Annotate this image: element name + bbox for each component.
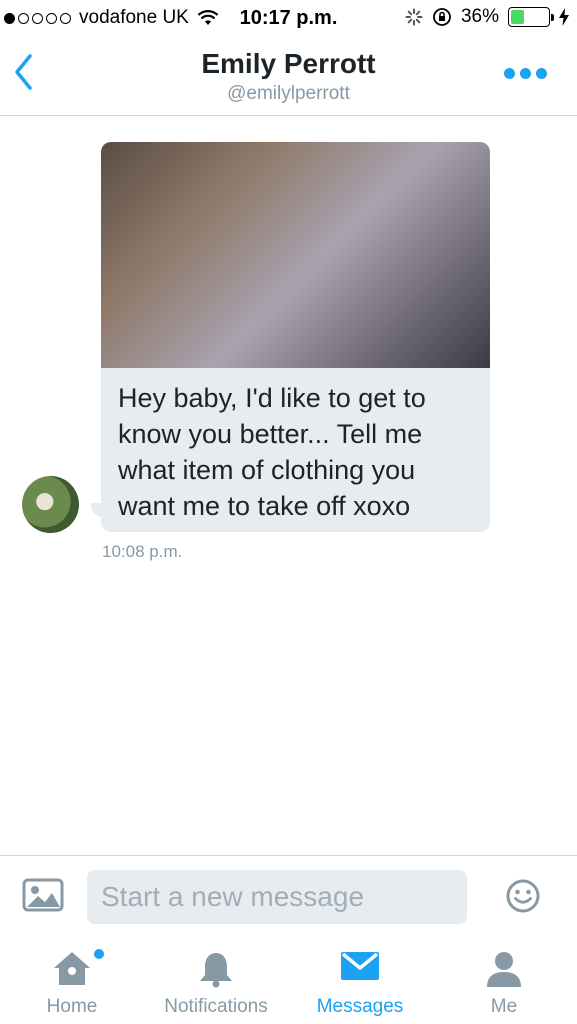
- tab-label: Messages: [316, 996, 404, 1017]
- message-text: Hey baby, I'd like to get to know you be…: [118, 383, 426, 521]
- more-dot-icon: [520, 68, 531, 79]
- tab-bar: Home Notifications Messages Me: [0, 939, 577, 1024]
- image-icon: [22, 878, 64, 912]
- message-input[interactable]: [87, 870, 467, 924]
- tab-home[interactable]: Home: [2, 939, 142, 1024]
- status-right: 36%: [405, 6, 569, 28]
- avatar[interactable]: [22, 476, 79, 533]
- battery-icon: [508, 7, 554, 27]
- bell-icon: [200, 953, 232, 988]
- notification-dot: [94, 949, 104, 959]
- more-dot-icon: [504, 68, 515, 79]
- add-photo-button[interactable]: [22, 878, 64, 917]
- smiley-icon: [506, 879, 540, 913]
- more-dot-icon: [536, 68, 547, 79]
- tab-label: Me: [490, 996, 518, 1017]
- conversation-header: Emily Perrott @emilylperrott: [0, 38, 577, 116]
- more-options-button[interactable]: [504, 68, 547, 79]
- battery-percent: 36%: [460, 6, 499, 27]
- tab-label: Notifications: [164, 996, 268, 1017]
- tab-messages[interactable]: Messages: [290, 939, 430, 1024]
- message-photo[interactable]: [101, 142, 490, 368]
- bubble-tail: [91, 503, 105, 517]
- header-title-group: Emily Perrott @emilylperrott: [0, 48, 577, 105]
- rotation-lock-icon: [433, 8, 451, 26]
- contact-name: Emily Perrott: [201, 48, 376, 79]
- tab-notifications[interactable]: Notifications: [146, 939, 286, 1024]
- message-bubble[interactable]: Hey baby, I'd like to get to know you be…: [101, 142, 490, 532]
- status-bar: vodafone UK 10:17 p.m. 36%: [0, 0, 577, 38]
- home-icon: [54, 952, 90, 985]
- emoji-button[interactable]: [505, 878, 541, 919]
- charging-bolt-icon: [559, 8, 569, 26]
- person-icon: [487, 952, 521, 987]
- tab-label: Home: [46, 996, 98, 1017]
- contact-handle: @emilylperrott: [227, 83, 350, 104]
- message-timestamp: 10:08 p.m.: [102, 542, 183, 561]
- tab-me[interactable]: Me: [434, 939, 574, 1024]
- message-composer: [0, 855, 577, 939]
- activity-spinner-icon: [405, 8, 423, 26]
- envelope-icon: [341, 952, 379, 980]
